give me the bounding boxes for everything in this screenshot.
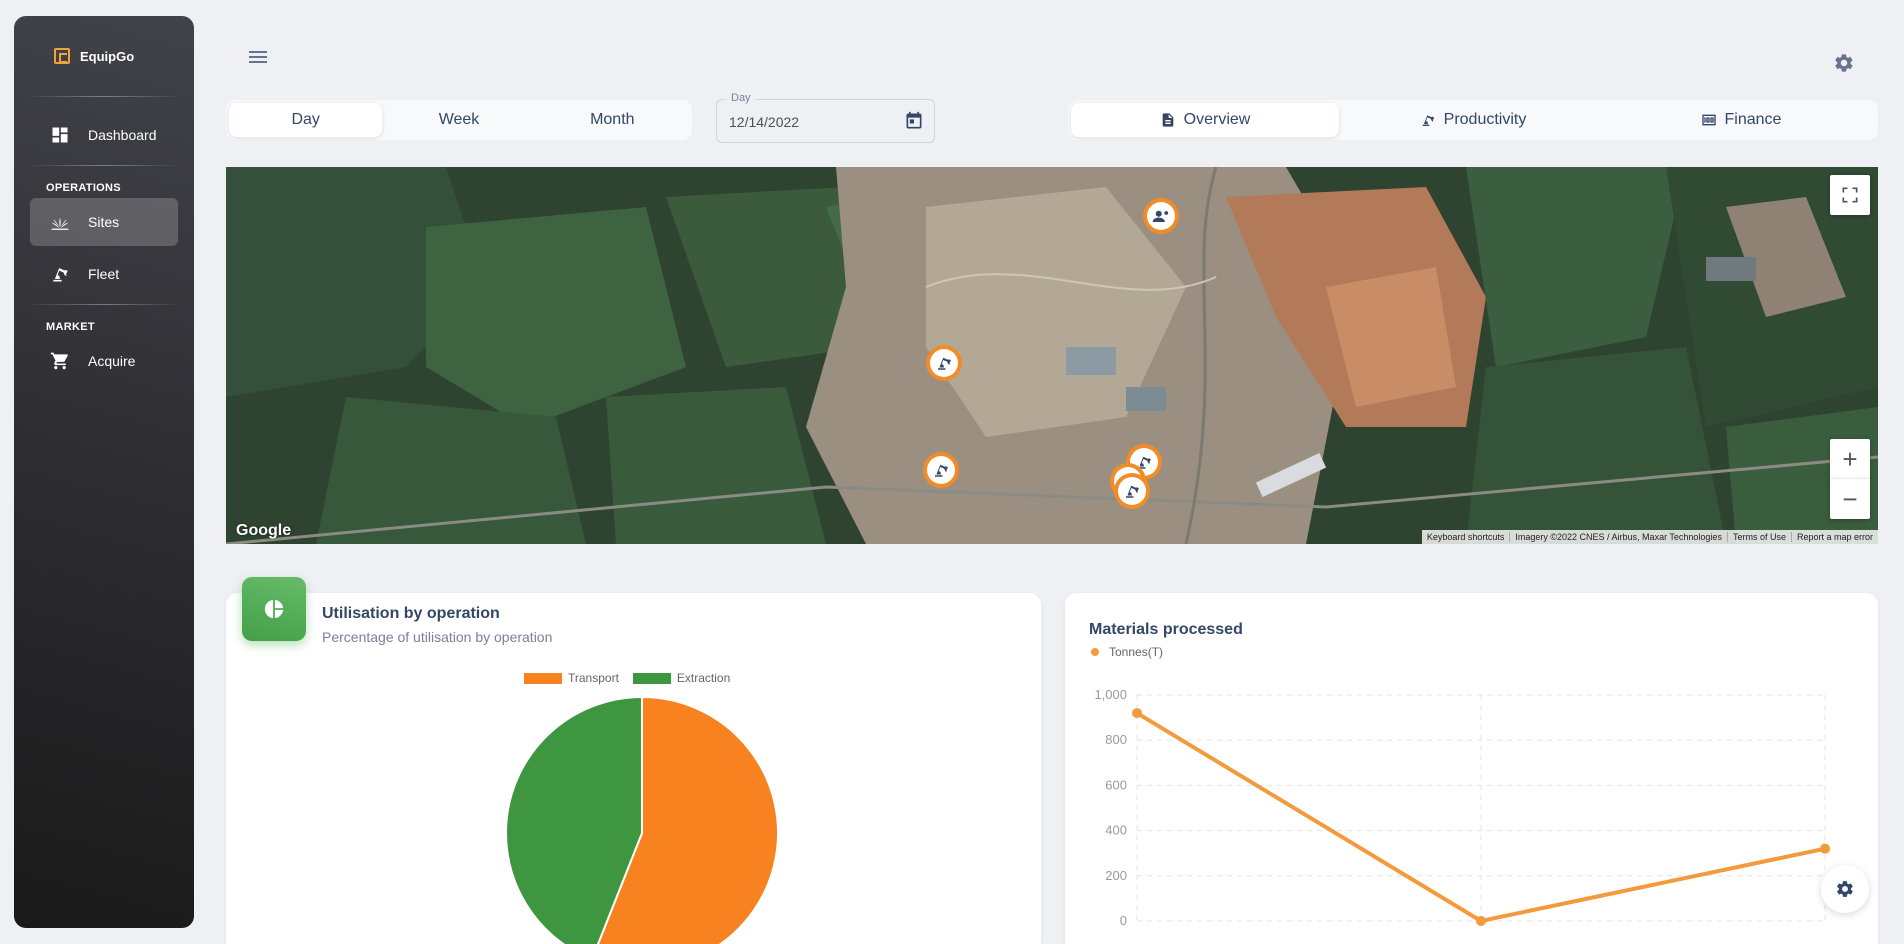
pie-chart-icon <box>264 599 284 619</box>
data-point[interactable] <box>1476 916 1486 926</box>
card-title: Materials processed <box>1089 621 1243 638</box>
sidebar-item-dashboard[interactable]: Dashboard <box>30 111 178 159</box>
sites-icon <box>51 217 69 230</box>
date-field-value[interactable]: 12/14/2022 <box>729 114 799 130</box>
dashboard-icon <box>52 127 68 143</box>
map-imagery <box>226 167 1878 544</box>
excavator-icon <box>938 357 951 370</box>
tab-overview[interactable]: Overview <box>1071 103 1339 137</box>
materials-line-chart: 0 200 400 600 800 1,000 <box>1094 687 1830 928</box>
map-marker-excavator[interactable] <box>1114 473 1150 509</box>
imagery-credit: Imagery ©2022 CNES / Airbus, Maxar Techn… <box>1510 532 1728 542</box>
y-tick-label: 800 <box>1105 732 1127 747</box>
excavator-icon <box>1126 485 1139 498</box>
zoom-in-button[interactable]: + <box>1830 439 1870 479</box>
legend-dot-tonnes <box>1091 648 1099 656</box>
app-name: EquipGo <box>80 48 135 64</box>
worker-icon <box>1152 210 1169 222</box>
fullscreen-icon <box>1842 187 1858 203</box>
cart-icon <box>50 352 68 370</box>
sidebar-item-label: Fleet <box>88 266 120 282</box>
line-legend: Tonnes(T) <box>1091 645 1163 659</box>
date-field[interactable]: Day 12/14/2022 <box>716 92 935 143</box>
map-marker-excavator[interactable] <box>923 452 959 488</box>
google-logo: Google <box>236 522 292 539</box>
equipgo-logo-icon <box>54 48 70 64</box>
fullscreen-button[interactable] <box>1830 175 1870 215</box>
divider <box>26 96 182 97</box>
y-tick-label: 1,000 <box>1094 687 1127 702</box>
sidebar: EquipGo Dashboard OPERATIONS Sites Fleet… <box>14 16 194 928</box>
tab-productivity[interactable]: Productivity <box>1339 103 1607 137</box>
calendar-icon[interactable] <box>904 111 924 131</box>
report-error-link[interactable]: Report a map error <box>1792 532 1878 542</box>
tab-label: Overview <box>1183 111 1251 128</box>
sidebar-item-fleet[interactable]: Fleet <box>30 250 178 298</box>
sidebar-item-sites[interactable]: Sites <box>30 198 178 246</box>
tab-label: Finance <box>1724 111 1782 128</box>
divider <box>26 304 182 305</box>
data-point[interactable] <box>1132 708 1142 719</box>
settings-gear-icon[interactable] <box>1833 52 1855 74</box>
sidebar-item-label: Sites <box>88 214 120 230</box>
menu-icon[interactable] <box>246 48 270 70</box>
utilisation-pie-chart <box>505 695 779 944</box>
legend-label-extraction: Extraction <box>676 671 731 685</box>
legend-label-tonnes: Tonnes(T) <box>1109 645 1164 659</box>
map-marker-excavator[interactable] <box>926 345 962 381</box>
tab-day[interactable]: Day <box>229 103 383 137</box>
y-tick-label: 200 <box>1105 868 1127 883</box>
tab-finance[interactable]: Finance <box>1607 103 1875 137</box>
section-label-operations: OPERATIONS <box>46 182 121 194</box>
card-subtitle: Percentage of utilisation by operation <box>322 629 553 645</box>
divider <box>26 165 182 166</box>
brand[interactable]: EquipGo <box>14 16 194 96</box>
card-title: Utilisation by operation <box>322 605 500 622</box>
excavator-icon <box>935 464 948 477</box>
sidebar-item-label: Acquire <box>88 353 136 369</box>
map-marker-worker[interactable] <box>1143 198 1179 234</box>
terms-link[interactable]: Terms of Use <box>1728 532 1792 542</box>
legend-label-transport: Transport <box>568 671 619 685</box>
sidebar-item-label: Dashboard <box>88 127 157 143</box>
section-label-market: MARKET <box>46 321 95 333</box>
legend-swatch-extraction <box>632 672 671 684</box>
tab-week[interactable]: Week <box>382 103 535 137</box>
period-tabs: Day Week Month <box>226 100 692 140</box>
pie-legend: Transport Extraction <box>524 671 730 685</box>
satellite-map[interactable]: + − Google Keyboard shortcuts Imagery ©2… <box>226 167 1878 544</box>
date-field-label: Day <box>727 92 755 104</box>
y-tick-label: 400 <box>1105 823 1127 838</box>
tab-month[interactable]: Month <box>536 103 689 137</box>
card-icon-badge <box>242 577 306 641</box>
map-attribution: Keyboard shortcuts Imagery ©2022 CNES / … <box>1421 530 1878 544</box>
keyboard-shortcuts-link[interactable]: Keyboard shortcuts <box>1422 532 1511 542</box>
y-tick-label: 600 <box>1105 777 1127 792</box>
excavator-icon <box>1422 115 1434 126</box>
money-icon <box>1701 114 1716 126</box>
view-tabs: Overview Productivity Finance <box>1068 100 1878 140</box>
excavator-icon <box>53 268 68 282</box>
settings-gear-icon <box>1837 881 1853 897</box>
data-point[interactable] <box>1820 843 1830 854</box>
legend-swatch-transport <box>524 672 562 684</box>
tab-label: Productivity <box>1443 111 1527 128</box>
materials-card: Materials processed Tonnes(T) 0 200 400 600… <box>1065 593 1878 944</box>
document-icon <box>1162 113 1173 127</box>
y-tick-label: 0 <box>1120 913 1127 928</box>
sidebar-item-acquire[interactable]: Acquire <box>30 337 178 385</box>
utilisation-card: Utilisation by operation Percentage of u… <box>226 577 1041 944</box>
settings-fab[interactable] <box>1821 865 1869 913</box>
zoom-out-button[interactable]: − <box>1830 479 1870 519</box>
